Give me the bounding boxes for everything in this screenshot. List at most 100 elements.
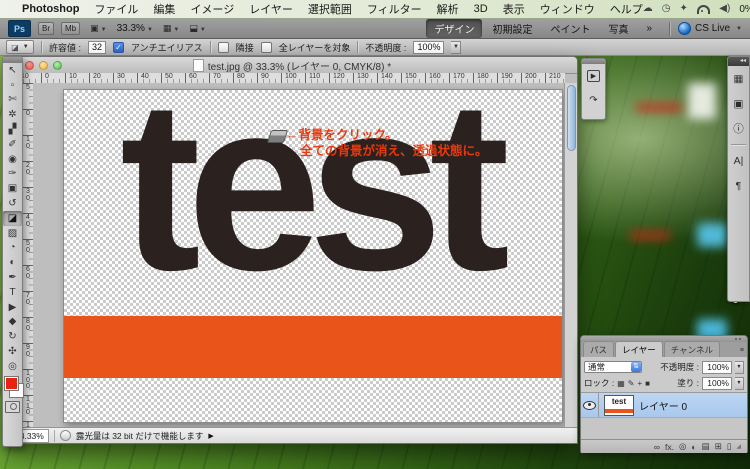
fill-input[interactable]: 100% [702,376,732,390]
menu-item-3[interactable]: イメージ [190,1,234,17]
dodge-tool[interactable]: ◐ [3,255,22,270]
crop-tool[interactable]: ▞ [3,122,22,137]
rotate-view-tool[interactable]: ↻ [3,329,22,344]
opacity-input[interactable]: 100% [413,40,445,54]
delete-layer-icon[interactable]: ▯ [727,441,732,452]
new-layer-icon[interactable]: ⊞ [715,441,722,452]
styles-panel-icon[interactable]: ▣ [728,91,749,116]
desktop-icon-folder[interactable] [697,223,727,247]
layer-group-icon[interactable]: ▤ [702,441,710,452]
blur-tool[interactable]: ◔ [3,241,22,256]
status-menu-arrow[interactable]: ▶ [208,432,213,440]
clone-stamp-tool[interactable]: ▣ [3,181,22,196]
move-tool[interactable]: ↖ [3,63,22,78]
menu-item-10[interactable]: ウィンドウ [540,1,595,17]
wifi-icon[interactable] [696,4,711,14]
layer-row[interactable]: test レイヤー 0 [581,393,747,418]
canvas-area[interactable]: test ←背景をクリック。 全ての背景が消え、透過状態に。 [33,83,565,427]
view-extras-icon[interactable]: ▣ ▼ [90,23,106,34]
workspace-button[interactable]: 写真 [600,19,636,38]
shape-tool[interactable]: ◆ [3,315,22,330]
magic-wand-tool[interactable]: ✲ [3,107,22,122]
tab-パス[interactable]: パス [583,341,615,357]
screen-mode-icon[interactable]: ⬓ ▼ [189,23,205,34]
menu-item-7[interactable]: 解析 [437,1,459,17]
bridge-button[interactable]: Br [38,22,54,35]
pen-tool[interactable]: ✒ [3,270,22,285]
quick-mask-button[interactable] [5,400,20,413]
workspace-button[interactable]: デザイン [426,19,483,38]
gradient-tool[interactable]: ▨ [3,226,22,241]
workspace-overflow[interactable]: » [638,21,660,36]
eraser-tool[interactable]: ◪ [3,210,22,226]
layer-opacity-arrow[interactable]: ▼ [735,360,744,374]
cloud-icon[interactable]: ☁ [643,4,653,14]
scrollbar-thumb[interactable] [566,85,576,151]
workspace-button[interactable]: 初期設定 [484,19,540,38]
layer-opacity-input[interactable]: 100% [702,360,732,374]
info-panel-icon[interactable]: ⓘ [728,116,749,141]
lasso-tool[interactable]: ✄ [3,93,22,108]
tool-preset-picker[interactable]: ◪ ▼ [6,40,34,54]
fan-icon[interactable]: ✦ [679,4,687,14]
menu-item-5[interactable]: 選択範囲 [308,1,352,17]
zoom-tool[interactable]: ◎ [3,359,22,374]
arrange-documents-icon[interactable]: ▦ ▼ [163,23,179,34]
lock-position-icon[interactable]: + [638,379,643,388]
antialias-checkbox[interactable]: ✓ [113,41,125,53]
mini-bridge-button[interactable]: Mb [61,22,81,35]
menu-item-2[interactable]: 編集 [153,1,175,17]
layer-style-icon[interactable]: fx. [665,442,674,452]
antialias-label[interactable]: アンチエイリアス [131,41,203,54]
marquee-tool[interactable]: ▫ [3,78,22,93]
type-tool[interactable]: T [3,285,22,300]
hand-tool[interactable]: ✣ [3,344,22,359]
document-canvas[interactable]: test ←背景をクリック。 全ての背景が消え、透過状態に。 [63,89,563,423]
tab-レイヤー[interactable]: レイヤー [615,341,663,357]
document-title-bar[interactable]: test.jpg @ 33.3% (レイヤー 0, CMYK/8) * [7,57,577,74]
desktop-icon-document[interactable] [688,83,716,119]
vertical-scrollbar[interactable] [564,83,577,427]
opacity-dropdown-arrow[interactable]: ▼ [451,40,462,54]
workspace-button[interactable]: ペイント [542,19,598,38]
visibility-cell[interactable] [581,393,599,417]
layer-name[interactable]: レイヤー 0 [639,398,687,413]
ps-logo[interactable]: Ps [8,20,31,37]
menu-item-6[interactable]: フィルター [367,1,422,17]
menu-item-11[interactable]: ヘルプ [610,1,643,17]
cs-live-button[interactable]: CS Live ▼ [678,22,742,35]
menu-item-8[interactable]: 3D [474,3,488,15]
tolerance-input[interactable]: 32 [88,40,107,54]
contiguous-label[interactable]: 隣接 [236,41,254,54]
link-layers-icon[interactable]: ∞ [654,442,660,452]
foreground-color-swatch[interactable] [5,376,18,390]
panel-menu-icon[interactable]: ≡ [740,347,744,354]
minimize-button[interactable] [39,60,48,70]
paragraph-panel-icon[interactable]: ¶ [728,173,749,198]
blend-mode-select[interactable]: 通常 ⇅ [584,361,642,373]
all-layers-label[interactable]: 全レイヤーを対象 [279,41,351,54]
path-selection-tool[interactable]: ▶ [3,300,22,315]
zoom-level-dropdown[interactable]: 33.3% ▼ [117,23,153,34]
adjustment-layer-icon[interactable]: ◐ [691,442,696,452]
healing-brush-tool[interactable]: ◉ [3,152,22,167]
menu-item-1[interactable]: ファイル [94,1,138,17]
layer-thumbnail[interactable]: test [604,394,634,416]
layer-mask-icon[interactable]: ◎ [679,441,686,452]
lock-all-icon[interactable]: ■ [645,379,650,388]
menu-item-4[interactable]: レイヤー [249,1,293,17]
lock-paint-icon[interactable]: ✎ [628,379,635,388]
volume-icon[interactable]: ◀) [719,4,730,14]
zoom-button[interactable] [53,60,62,70]
dock-collapse-button[interactable]: ◂◂ [728,57,749,66]
brush-tool[interactable]: ✑ [3,167,22,182]
menu-item-9[interactable]: 表示 [503,1,525,17]
history-panel-icon[interactable]: ↷ [582,88,605,112]
time-machine-icon[interactable]: ◷ [662,4,671,14]
contiguous-checkbox[interactable] [217,41,229,53]
menu-photoshop[interactable]: Photoshop [22,3,79,15]
history-brush-tool[interactable]: ↺ [3,196,22,211]
fill-arrow[interactable]: ▼ [735,376,744,390]
lock-transparency-icon[interactable]: ▦ [617,379,625,388]
swatches-panel-icon[interactable]: ▦ [728,66,749,91]
